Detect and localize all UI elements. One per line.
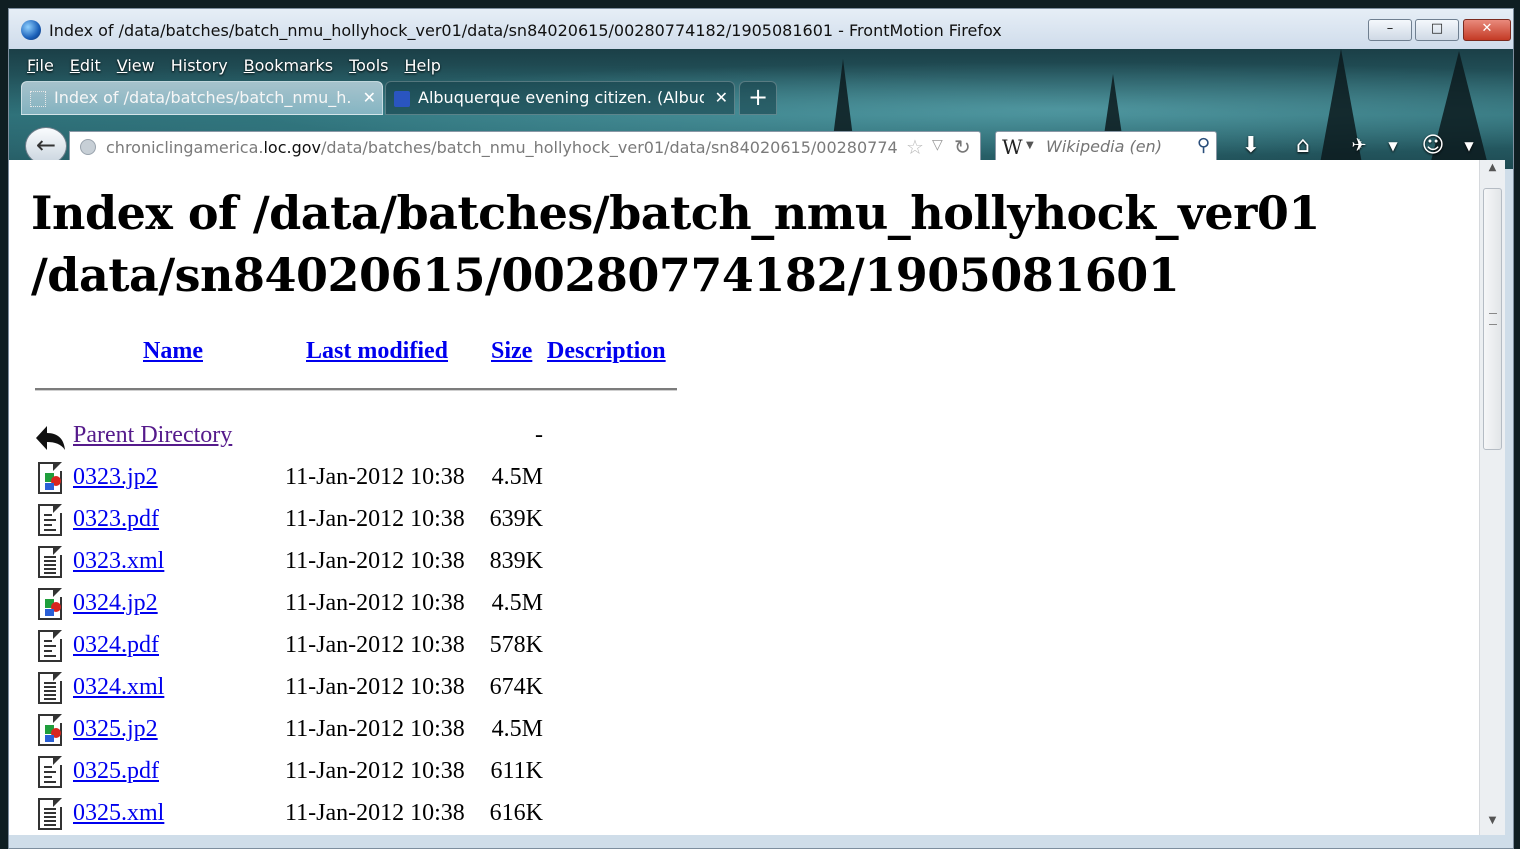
menu-edit[interactable]: Edit — [62, 53, 109, 79]
close-window-button[interactable]: ✕ — [1463, 19, 1511, 41]
file-size: 4.5M — [491, 716, 543, 742]
parent-directory-row: Parent Directory - — [33, 418, 733, 458]
menu-bar: File Edit View History Bookmarks Tools Help — [19, 53, 449, 79]
menu-tools[interactable]: Tools — [341, 53, 396, 79]
extension-dropdown-icon[interactable]: ▼ — [1453, 131, 1485, 161]
file-row: 0325.jp2 11-Jan-2012 10:38 4.5M — [33, 712, 733, 752]
addon-icon[interactable]: ✈ — [1343, 131, 1375, 161]
url-text[interactable]: chroniclingamerica.loc.gov/data/batches/… — [106, 138, 898, 157]
file-size: 674K — [489, 674, 543, 700]
firefox-globe-icon — [21, 20, 41, 40]
file-size: 4.5M — [491, 590, 543, 616]
magnifier-icon[interactable]: ⚲ — [1197, 135, 1210, 156]
file-size: 611K — [490, 758, 543, 784]
text-file-icon — [35, 672, 65, 706]
page-content: Index of /data/batches/batch_nmu_hollyho… — [9, 160, 1479, 835]
maximize-button[interactable]: □ — [1415, 19, 1459, 41]
engine-dropdown-icon[interactable]: ▼ — [1026, 140, 1034, 151]
page-title: Index of /data/batches/batch_nmu_hollyho… — [31, 186, 1320, 302]
vertical-scrollbar[interactable]: ▲ ▼ — [1479, 160, 1505, 835]
close-icon: ✕ — [1481, 21, 1493, 36]
tab-directory-index[interactable]: Index of /data/batches/batch_nmu_h... ✕ — [21, 81, 383, 115]
header-divider — [35, 388, 677, 391]
minimize-icon: – — [1386, 21, 1394, 36]
wikipedia-engine-icon[interactable]: W — [1002, 135, 1023, 159]
download-icon[interactable]: ⬇ — [1235, 131, 1267, 161]
file-row: 0324.pdf 11-Jan-2012 10:38 578K — [33, 628, 733, 668]
grip-icon — [1489, 313, 1497, 325]
browser-toolbar-area: File Edit View History Bookmarks Tools Help In… — [9, 49, 1513, 169]
file-size: 4.5M — [491, 464, 543, 490]
tab-label: Albuquerque evening citizen. (Albuq... — [418, 88, 704, 107]
file-row: 0325.xml 11-Jan-2012 10:38 616K — [33, 796, 733, 835]
tab-albuquerque[interactable]: Albuquerque evening citizen. (Albuq... ✕ — [385, 81, 735, 115]
column-header-last-modified[interactable]: Last modified — [306, 338, 448, 365]
menu-view[interactable]: View — [109, 53, 163, 79]
file-link[interactable]: 0324.jp2 — [73, 590, 158, 617]
loc-favicon-icon — [394, 91, 410, 107]
addon-dropdown-icon[interactable]: ▼ — [1377, 131, 1409, 161]
url-history-dropdown-icon[interactable]: ▽ — [932, 137, 943, 153]
file-link[interactable]: 0325.xml — [73, 800, 164, 827]
image-file-icon — [35, 588, 65, 622]
file-link[interactable]: 0324.xml — [73, 674, 164, 701]
file-size: 578K — [489, 632, 543, 658]
menu-history[interactable]: History — [163, 53, 236, 79]
file-link[interactable]: 0325.jp2 — [73, 716, 158, 743]
file-row: 0324.xml 11-Jan-2012 10:38 674K — [33, 670, 733, 710]
url-bar[interactable]: chroniclingamerica.loc.gov/data/batches/… — [69, 131, 981, 163]
file-row: 0325.pdf 11-Jan-2012 10:38 611K — [33, 754, 733, 794]
layout-file-icon — [35, 630, 65, 664]
file-link[interactable]: 0323.xml — [73, 548, 164, 575]
file-row: 0323.jp2 11-Jan-2012 10:38 4.5M — [33, 460, 733, 500]
file-link[interactable]: 0325.pdf — [73, 758, 159, 785]
column-header-size[interactable]: Size — [491, 338, 532, 365]
file-size: - — [535, 422, 543, 448]
scrollbar-thumb[interactable] — [1483, 188, 1502, 450]
new-tab-button[interactable]: + — [739, 81, 777, 115]
menu-bookmarks[interactable]: Bookmarks — [236, 53, 341, 79]
file-row: 0324.jp2 11-Jan-2012 10:38 4.5M — [33, 586, 733, 626]
reload-icon[interactable]: ↻ — [954, 135, 971, 159]
file-link[interactable]: 0324.pdf — [73, 632, 159, 659]
image-file-icon — [35, 714, 65, 748]
search-input[interactable] — [1046, 137, 1186, 156]
file-link[interactable]: 0323.jp2 — [73, 464, 158, 491]
text-file-icon — [35, 798, 65, 832]
maximize-icon: □ — [1430, 21, 1444, 36]
file-size: 639K — [489, 506, 543, 532]
title-bar: Index of /data/batches/batch_nmu_hollyho… — [9, 9, 1513, 49]
scroll-down-icon[interactable]: ▼ — [1480, 815, 1505, 833]
text-file-icon — [35, 546, 65, 580]
close-tab-icon[interactable]: ✕ — [715, 82, 728, 114]
blank-page-favicon-icon — [30, 91, 46, 107]
close-tab-icon[interactable]: ✕ — [363, 82, 376, 114]
search-bar[interactable]: W ▼ ⚲ — [995, 131, 1217, 163]
layout-file-icon — [35, 504, 65, 538]
menu-help[interactable]: Help — [396, 53, 448, 79]
site-identity-icon[interactable] — [80, 139, 96, 155]
layout-file-icon — [35, 756, 65, 790]
column-header-name[interactable]: Name — [143, 338, 203, 365]
file-row: 0323.pdf 11-Jan-2012 10:38 639K — [33, 502, 733, 542]
menu-file[interactable]: File — [19, 53, 62, 79]
parent-directory-link[interactable]: Parent Directory — [73, 422, 232, 449]
extension-icon[interactable]: ☺ — [1417, 131, 1449, 161]
back-arrow-icon — [36, 426, 65, 450]
window-title: Index of /data/batches/batch_nmu_hollyho… — [49, 21, 1002, 40]
file-row: 0323.xml 11-Jan-2012 10:38 839K — [33, 544, 733, 584]
file-link[interactable]: 0323.pdf — [73, 506, 159, 533]
tab-label: Index of /data/batches/batch_nmu_h... — [54, 88, 352, 107]
image-file-icon — [35, 462, 65, 496]
minimize-button[interactable]: – — [1368, 19, 1412, 41]
scroll-up-icon[interactable]: ▲ — [1480, 162, 1505, 180]
home-icon[interactable]: ⌂ — [1287, 131, 1319, 161]
file-size: 839K — [489, 548, 543, 574]
column-header-description[interactable]: Description — [547, 338, 666, 365]
file-size: 616K — [489, 800, 543, 826]
bookmark-star-icon[interactable]: ☆ — [906, 135, 924, 159]
